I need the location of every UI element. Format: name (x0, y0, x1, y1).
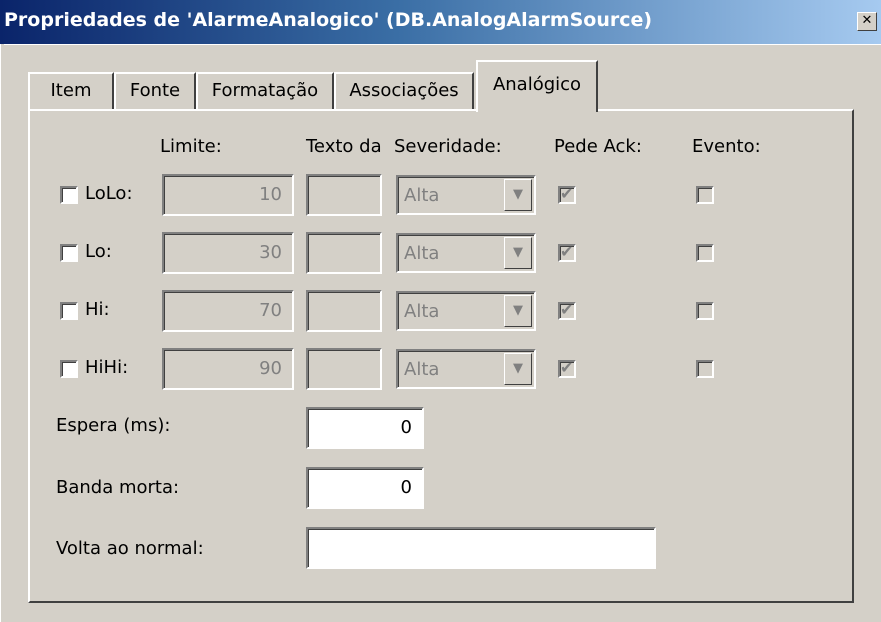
hi-text-field[interactable] (306, 290, 382, 332)
return-normal-field[interactable] (306, 527, 656, 569)
close-button[interactable]: ✕ (857, 12, 877, 31)
hihi-label: HiHi: (85, 357, 129, 378)
tab-label: Analógico (492, 74, 582, 95)
lolo-limit-field[interactable]: 10 (162, 174, 294, 216)
hihi-text-field[interactable] (306, 348, 382, 390)
chevron-down-icon[interactable]: ▼ (504, 237, 532, 269)
checkmark-icon: ✔ (560, 300, 574, 319)
header-ack: Pede Ack: (554, 136, 642, 157)
lolo-severity-select[interactable]: Alta ▼ (396, 175, 536, 215)
tab-associacoes[interactable]: Associações (334, 72, 474, 110)
tab-formatacao[interactable]: Formatação (196, 72, 334, 110)
hihi-ack-checkbox[interactable]: ✔ (558, 358, 576, 378)
lo-severity-select[interactable]: Alta ▼ (396, 233, 536, 273)
hihi-severity-value: Alta (404, 359, 440, 380)
chevron-down-icon[interactable]: ▼ (504, 179, 532, 211)
tab-fonte[interactable]: Fonte (114, 72, 196, 110)
lolo-ack-checkbox[interactable]: ✔ (558, 184, 576, 204)
lo-enable-checkbox[interactable] (60, 244, 78, 262)
hi-event-checkbox[interactable] (696, 302, 714, 320)
lo-severity-value: Alta (404, 243, 440, 264)
return-normal-label: Volta ao normal: (56, 538, 204, 559)
hihi-event-checkbox[interactable] (696, 360, 714, 378)
lo-event-checkbox[interactable] (696, 244, 714, 262)
checkmark-icon: ✔ (560, 184, 574, 203)
header-limit: Limite: (160, 136, 222, 157)
tab-label: Formatação (211, 80, 319, 101)
hihi-enable-checkbox[interactable] (60, 360, 78, 378)
lo-text-field[interactable] (306, 232, 382, 274)
deadband-label: Banda morta: (56, 477, 180, 498)
hi-label: Hi: (85, 299, 110, 320)
lo-ack-checkbox[interactable]: ✔ (558, 242, 576, 262)
tab-analogico[interactable]: Analógico (476, 60, 598, 112)
hihi-limit-field[interactable]: 90 (162, 348, 294, 390)
header-text: Texto da (306, 136, 382, 157)
tab-label: Associações (349, 80, 459, 101)
wait-field[interactable]: 0 (306, 407, 424, 449)
window-title: Propriedades de 'AlarmeAnalogico' (DB.An… (4, 9, 653, 31)
title-bar: Propriedades de 'AlarmeAnalogico' (DB.An… (0, 0, 881, 45)
tab-label: Item (50, 80, 92, 101)
lo-limit-field[interactable]: 30 (162, 232, 294, 274)
wait-label: Espera (ms): (56, 415, 171, 436)
checkmark-icon: ✔ (560, 358, 574, 377)
hi-ack-checkbox[interactable]: ✔ (558, 300, 576, 320)
window-frame (0, 44, 4, 622)
lolo-event-checkbox[interactable] (696, 186, 714, 204)
deadband-field[interactable]: 0 (306, 467, 424, 509)
header-event: Evento: (692, 136, 761, 157)
hi-severity-select[interactable]: Alta ▼ (396, 291, 536, 331)
hi-enable-checkbox[interactable] (60, 302, 78, 320)
lolo-severity-value: Alta (404, 185, 440, 206)
tab-panel-analogico: Limite: Texto da Severidade: Pede Ack: E… (28, 109, 854, 603)
lolo-label: LoLo: (85, 183, 133, 204)
hihi-severity-select[interactable]: Alta ▼ (396, 349, 536, 389)
header-severity: Severidade: (394, 136, 502, 157)
checkmark-icon: ✔ (560, 242, 574, 261)
lolo-enable-checkbox[interactable] (60, 186, 78, 204)
chevron-down-icon[interactable]: ▼ (504, 295, 532, 327)
lo-label: Lo: (85, 241, 112, 262)
lolo-text-field[interactable] (306, 174, 382, 216)
chevron-down-icon[interactable]: ▼ (504, 353, 532, 385)
hi-severity-value: Alta (404, 301, 440, 322)
tab-item[interactable]: Item (28, 72, 114, 110)
tab-label: Fonte (129, 80, 181, 101)
hi-limit-field[interactable]: 70 (162, 290, 294, 332)
